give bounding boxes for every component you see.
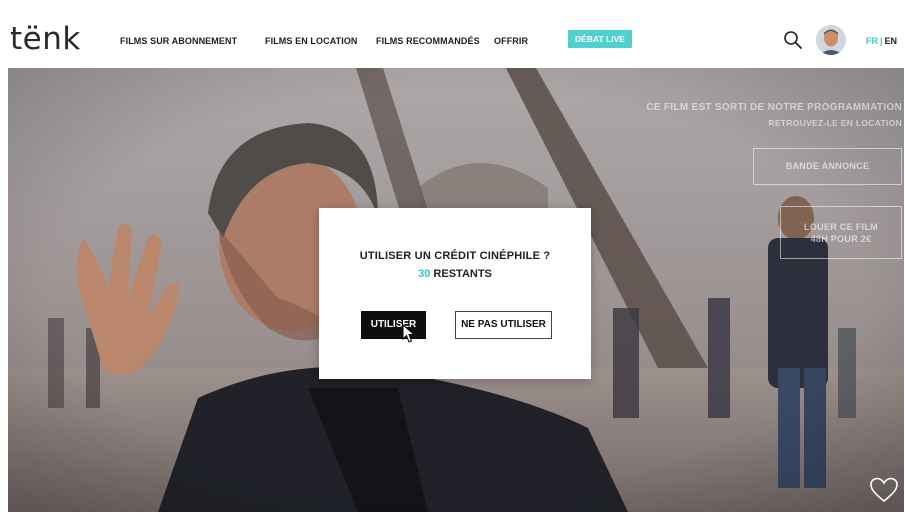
avatar[interactable] xyxy=(816,25,846,55)
rent-notice: RETROUVEZ-LE EN LOCATION xyxy=(768,118,902,128)
debat-live-badge[interactable]: DÉBAT LIVE xyxy=(568,30,632,48)
credits-remaining-label: RESTANTS xyxy=(433,268,492,280)
search-icon[interactable] xyxy=(783,30,803,50)
nav-offrir[interactable]: OFFRIR xyxy=(494,36,528,46)
credits-count: 30 xyxy=(418,268,431,280)
dialog-question: UTILISER UN CRÉDIT CINÉPHILE ? xyxy=(359,250,551,262)
credits-remaining: 30 RESTANTS xyxy=(319,268,591,280)
rent-button-line1: LOUER CE FILM xyxy=(804,222,878,232)
lang-en[interactable]: EN xyxy=(885,36,898,46)
rent-film-button[interactable]: LOUER CE FILM 48H POUR 2€ xyxy=(780,206,902,259)
trailer-button[interactable]: BANDE ANNONCE xyxy=(753,148,902,185)
rent-button-line2: 48H POUR 2€ xyxy=(810,234,872,244)
use-credit-button[interactable]: UTILISER xyxy=(361,311,426,339)
dont-use-credit-button[interactable]: NE PAS UTILISER xyxy=(455,311,552,339)
top-navigation: tënk FILMS SUR ABONNEMENT FILMS EN LOCAT… xyxy=(8,14,904,68)
heart-icon[interactable] xyxy=(869,476,899,504)
nav-films-recommandes[interactable]: FILMS RECOMMANDÉS xyxy=(376,36,480,46)
nav-films-sur-abonnement[interactable]: FILMS SUR ABONNEMENT xyxy=(120,36,237,46)
nav-films-en-location[interactable]: FILMS EN LOCATION xyxy=(265,36,358,46)
language-switcher: FR | EN xyxy=(866,36,897,46)
programme-notice: CE FILM EST SORTI DE NOTRE PROGRAMMATION xyxy=(646,102,902,113)
cursor-icon xyxy=(402,324,416,343)
logo[interactable]: tënk xyxy=(10,20,81,58)
credit-dialog: UTILISER UN CRÉDIT CINÉPHILE ? 30 RESTAN… xyxy=(319,208,591,379)
lang-fr[interactable]: FR xyxy=(866,36,878,46)
